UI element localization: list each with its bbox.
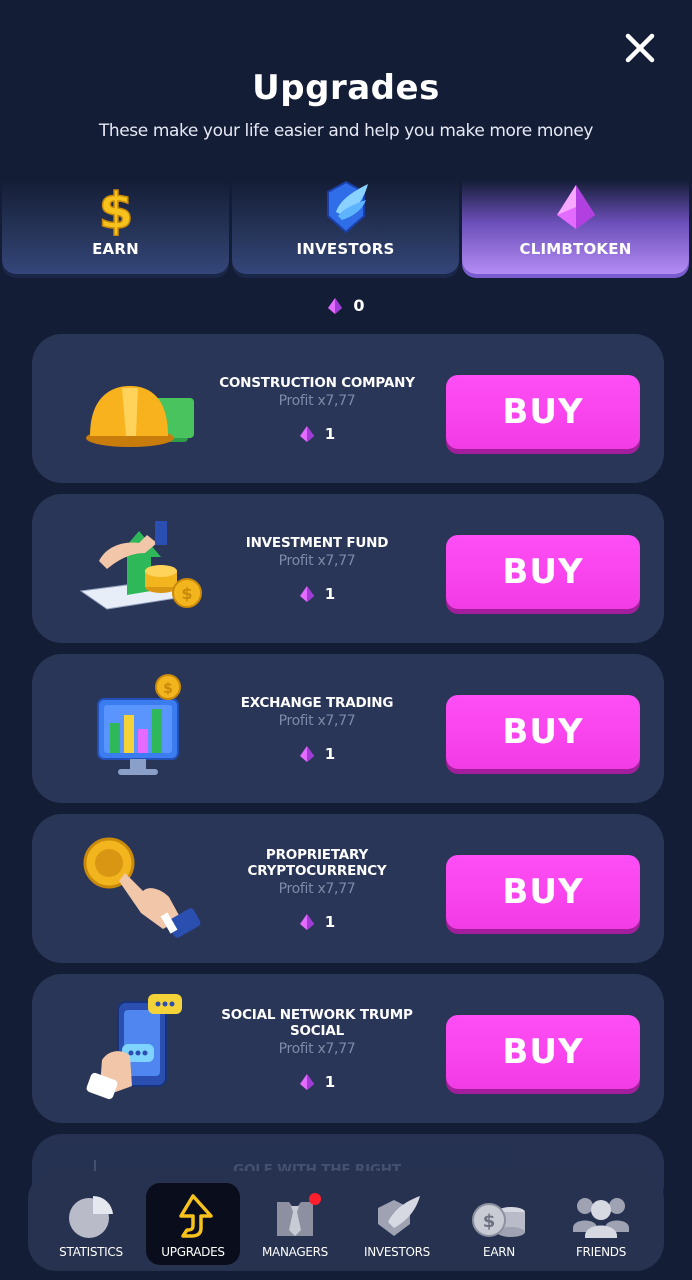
tab-climbtoken[interactable]: CLIMBTOKEN bbox=[462, 180, 689, 274]
price-value: 1 bbox=[324, 584, 336, 603]
upgrade-price: 1 bbox=[299, 745, 335, 763]
upgrade-info: CONSTRUCTION COMPANY Profit x7,77 1 bbox=[202, 334, 432, 483]
upgrade-card: PROPRIETARY CRYPTOCURRENCY Profit x7,77 … bbox=[32, 814, 664, 963]
close-icon bbox=[625, 33, 655, 63]
page-title: Upgrades bbox=[252, 68, 440, 108]
buy-button[interactable]: BUY bbox=[446, 1015, 640, 1089]
nav-investors[interactable]: INVESTORS bbox=[350, 1183, 444, 1265]
upgrade-card: CONSTRUCTION COMPANY Profit x7,77 1 BUY bbox=[32, 334, 664, 483]
nav-label: STATISTICS bbox=[59, 1245, 123, 1259]
nav-label: UPGRADES bbox=[161, 1245, 225, 1259]
upgrade-name: SOCIAL NETWORK TRUMP SOCIAL bbox=[221, 1006, 413, 1039]
svg-text:$: $ bbox=[163, 681, 173, 697]
hard-hat-icon bbox=[62, 348, 222, 468]
price-value: 1 bbox=[324, 424, 336, 443]
upgrade-info: PROPRIETARY CRYPTOCURRENCY Profit x7,77 … bbox=[202, 814, 432, 963]
token-balance: 0 bbox=[0, 296, 692, 315]
tab-investors[interactable]: INVESTORS bbox=[232, 180, 459, 274]
upgrade-price: 1 bbox=[299, 913, 335, 931]
buy-button[interactable]: BUY bbox=[446, 535, 640, 609]
upgrade-profit: Profit x7,77 bbox=[278, 552, 356, 569]
trading-monitor-icon: $ bbox=[62, 668, 222, 788]
nav-upgrades[interactable]: UPGRADES bbox=[146, 1183, 240, 1265]
nav-label: EARN bbox=[483, 1245, 515, 1259]
gem-icon bbox=[299, 1073, 314, 1090]
gem-icon bbox=[553, 182, 599, 234]
nav-earn[interactable]: $ EARN bbox=[452, 1183, 546, 1265]
balance-value: 0 bbox=[353, 296, 365, 315]
svg-text:$: $ bbox=[483, 1211, 496, 1232]
upgrade-profit: Profit x7,77 bbox=[278, 880, 356, 897]
nav-label: FRIENDS bbox=[575, 1245, 627, 1259]
nav-label: MANAGERS bbox=[262, 1245, 328, 1259]
close-button[interactable] bbox=[620, 28, 660, 68]
gem-icon bbox=[299, 585, 314, 602]
gem-icon bbox=[299, 745, 314, 762]
gem-icon bbox=[299, 913, 314, 930]
pie-chart-icon bbox=[67, 1191, 115, 1241]
buy-button[interactable]: BUY bbox=[446, 855, 640, 929]
gem-icon bbox=[328, 297, 343, 314]
upgrade-name: CONSTRUCTION COMPANY bbox=[219, 374, 415, 391]
price-value: 1 bbox=[324, 912, 336, 931]
dollar-icon: $ bbox=[96, 181, 136, 236]
price-value: 1 bbox=[324, 1072, 336, 1091]
category-tabs: $ EARN INVESTORS CLIMBTOKEN bbox=[0, 180, 692, 278]
price-value: 1 bbox=[324, 744, 336, 763]
winged-shield-icon bbox=[318, 180, 374, 234]
friends-icon bbox=[571, 1191, 631, 1241]
upgrade-profit: Profit x7,77 bbox=[278, 1040, 356, 1057]
gem-icon bbox=[299, 425, 314, 442]
upgrade-card: $ EXCHANGE TRADING Profit x7,77 1 BUY bbox=[32, 654, 664, 803]
upgrade-price: 1 bbox=[299, 1073, 335, 1091]
tab-label: CLIMBTOKEN bbox=[519, 240, 632, 258]
svg-text:$: $ bbox=[181, 584, 192, 603]
page-subtitle: These make your life easier and help you… bbox=[98, 121, 594, 141]
upgrade-profit: Profit x7,77 bbox=[278, 392, 356, 409]
upgrade-info: INVESTMENT FUND Profit x7,77 1 bbox=[202, 494, 432, 643]
buy-button[interactable]: BUY bbox=[446, 695, 640, 769]
upgrade-card: SOCIAL NETWORK TRUMP SOCIAL Profit x7,77… bbox=[32, 974, 664, 1123]
upgrade-name: EXCHANGE TRADING bbox=[240, 694, 394, 711]
coins-icon: $ bbox=[471, 1191, 527, 1241]
upgrade-name: PROPRIETARY CRYPTOCURRENCY bbox=[247, 846, 387, 879]
upgrade-price: 1 bbox=[299, 585, 335, 603]
notification-badge bbox=[309, 1193, 321, 1205]
investment-growth-icon: $ bbox=[62, 508, 222, 628]
upgrade-card: $ INVESTMENT FUND Profit x7,77 1 BUY bbox=[32, 494, 664, 643]
crypto-coin-hand-icon bbox=[62, 828, 222, 948]
nav-statistics[interactable]: STATISTICS bbox=[44, 1183, 138, 1265]
nav-friends[interactable]: FRIENDS bbox=[554, 1183, 648, 1265]
tab-label: EARN bbox=[92, 240, 139, 258]
svg-text:$: $ bbox=[98, 182, 133, 236]
tab-earn[interactable]: $ EARN bbox=[2, 180, 229, 274]
upgrade-info: SOCIAL NETWORK TRUMP SOCIAL Profit x7,77… bbox=[202, 974, 432, 1123]
social-phone-icon bbox=[62, 988, 222, 1108]
nav-label: INVESTORS bbox=[364, 1245, 430, 1259]
nav-managers[interactable]: MANAGERS bbox=[248, 1183, 342, 1265]
upgrade-price: 1 bbox=[299, 425, 335, 443]
upgrade-info: EXCHANGE TRADING Profit x7,77 1 bbox=[202, 654, 432, 803]
upgrade-profit: Profit x7,77 bbox=[278, 712, 356, 729]
upgrade-arrow-icon bbox=[171, 1191, 215, 1241]
winged-shield-icon bbox=[372, 1191, 422, 1241]
tab-label: INVESTORS bbox=[296, 240, 395, 258]
bottom-nav: STATISTICS UPGRADES MANAGERS INVESTORS $… bbox=[28, 1171, 664, 1271]
upgrade-name: INVESTMENT FUND bbox=[245, 534, 389, 551]
buy-button[interactable]: BUY bbox=[446, 375, 640, 449]
